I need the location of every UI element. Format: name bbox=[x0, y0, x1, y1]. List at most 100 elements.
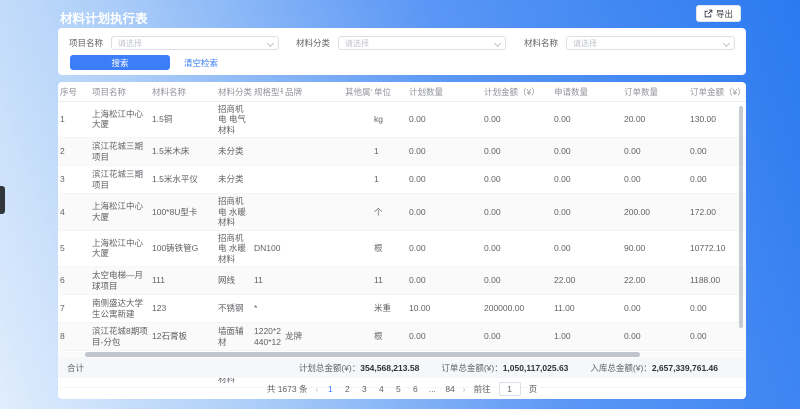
material-category-input[interactable] bbox=[339, 37, 505, 49]
table-cell: 12石膏板 bbox=[150, 323, 216, 351]
table-cell: 0.00 bbox=[552, 101, 622, 138]
table-cell: 0.00 bbox=[552, 166, 622, 194]
material-name-label: 材料名称 bbox=[524, 37, 558, 49]
table-cell: 0.00 bbox=[407, 323, 482, 351]
table-cell: 0.00 bbox=[622, 323, 688, 351]
export-button[interactable]: 导出 bbox=[696, 5, 741, 22]
table-cell: 0.00 bbox=[552, 138, 622, 166]
pagination: 共 1673 条 ‹ 123456...84 › 前往 页 bbox=[58, 380, 746, 397]
table-cell: 11 bbox=[372, 267, 407, 295]
column-header: 材料分类 bbox=[216, 84, 252, 101]
table-cell: 上海松江中心大厦 bbox=[90, 101, 150, 138]
vertical-scrollbar[interactable] bbox=[739, 106, 743, 328]
table-cell: 招商机电 水暖材料 bbox=[216, 194, 252, 231]
table-cell: 100铸铁管G bbox=[150, 230, 216, 267]
table-cell bbox=[343, 138, 372, 166]
page-number-button[interactable]: 4 bbox=[377, 384, 385, 394]
table-cell: 南侧盛达大学生公寓新建 bbox=[90, 295, 150, 323]
sidebar-toggle-handle[interactable] bbox=[0, 186, 5, 214]
page-number-button[interactable]: 84 bbox=[445, 384, 454, 394]
table-cell: 4 bbox=[58, 194, 90, 231]
export-icon bbox=[704, 9, 713, 18]
summary-item: 入库总金额(¥)：2,657,339,761.46 bbox=[590, 362, 718, 374]
prev-page-icon[interactable]: ‹ bbox=[315, 384, 318, 394]
table-cell: 130.00 bbox=[688, 101, 746, 138]
table-cell: 1 bbox=[58, 101, 90, 138]
next-page-icon[interactable]: › bbox=[463, 384, 466, 394]
table-cell: 100*8U型卡 bbox=[150, 194, 216, 231]
project-name-input[interactable] bbox=[112, 37, 278, 49]
page-number-button[interactable]: 5 bbox=[394, 384, 402, 394]
table-cell: 5 bbox=[58, 230, 90, 267]
summary-total-label: 合计 bbox=[58, 362, 84, 374]
project-name-select[interactable] bbox=[111, 36, 279, 50]
summary-row: 合计 计划总金额(¥)：354,568,213.58订单总金额(¥)：1,050… bbox=[58, 358, 746, 378]
table-cell: 1.00 bbox=[552, 323, 622, 351]
search-button[interactable]: 搜索 bbox=[70, 55, 170, 70]
table-cell: 未分类 bbox=[216, 166, 252, 194]
column-header: 序号 bbox=[58, 84, 90, 101]
goto-page-input[interactable] bbox=[499, 382, 521, 396]
table-cell: 0.00 bbox=[482, 194, 552, 231]
table-cell bbox=[283, 138, 343, 166]
material-category-label: 材料分类 bbox=[296, 37, 330, 49]
goto-page-suffix: 页 bbox=[529, 383, 538, 395]
table-cell: 0.00 bbox=[688, 323, 746, 351]
page-title: 材料计划执行表 bbox=[60, 8, 148, 27]
table-cell: 0.00 bbox=[407, 194, 482, 231]
table-cell: 根 bbox=[372, 230, 407, 267]
table-cell: 招商机电 电气材料 bbox=[216, 101, 252, 138]
table-cell: 11 bbox=[252, 267, 283, 295]
table-cell: 22.00 bbox=[622, 267, 688, 295]
horizontal-scrollbar-thumb[interactable] bbox=[85, 352, 640, 357]
material-name-select[interactable] bbox=[566, 36, 735, 50]
table-row: 8滨江花城8期项目-分包12石膏板墙面辅材1220*2440*12龙牌根0.00… bbox=[58, 323, 746, 351]
table-row: 1上海松江中心大厦1.5铜招商机电 电气材料kg0.000.000.0020.0… bbox=[58, 101, 746, 138]
page-number-button[interactable]: 3 bbox=[360, 384, 368, 394]
table-row: 7南侧盛达大学生公寓新建123不锈钢*米重10.00200000.0011.00… bbox=[58, 295, 746, 323]
clear-search-link[interactable]: 清空检索 bbox=[184, 57, 218, 69]
table-cell: 0.00 bbox=[622, 138, 688, 166]
page-number-button[interactable]: 6 bbox=[411, 384, 419, 394]
table-cell: 2 bbox=[58, 138, 90, 166]
table-cell bbox=[343, 323, 372, 351]
goto-page-prefix: 前往 bbox=[474, 383, 491, 395]
material-name-input[interactable] bbox=[567, 37, 734, 49]
table-cell: kg bbox=[372, 101, 407, 138]
project-name-label: 项目名称 bbox=[69, 37, 103, 49]
table-cell bbox=[252, 194, 283, 231]
table-cell: 1188.00 bbox=[688, 267, 746, 295]
table-cell: 0.00 bbox=[552, 194, 622, 231]
table-cell: DN100 bbox=[252, 230, 283, 267]
materials-table: 序号项目名称材料名称材料分类规格型号品牌其他属性单位计划数量计划金额（¥）申请数… bbox=[58, 84, 746, 388]
table-cell: 1.5米木床 bbox=[150, 138, 216, 166]
table-cell: 20.00 bbox=[622, 101, 688, 138]
column-header: 单位 bbox=[372, 84, 407, 101]
material-category-select[interactable] bbox=[338, 36, 506, 50]
column-header: 申请数量 bbox=[552, 84, 622, 101]
table-cell bbox=[283, 194, 343, 231]
table-cell: 墙面辅材 bbox=[216, 323, 252, 351]
table-header-row: 序号项目名称材料名称材料分类规格型号品牌其他属性单位计划数量计划金额（¥）申请数… bbox=[58, 84, 746, 101]
table-cell: 不锈钢 bbox=[216, 295, 252, 323]
table-cell: 1 bbox=[372, 166, 407, 194]
table-cell: 0.00 bbox=[482, 166, 552, 194]
pagination-ellipsis: ... bbox=[428, 384, 436, 394]
table-cell: 1.5米水平仪 bbox=[150, 166, 216, 194]
table-cell: 0.00 bbox=[407, 166, 482, 194]
table-cell: 滨江花城8期项目-分包 bbox=[90, 323, 150, 351]
table-cell: 0.00 bbox=[482, 138, 552, 166]
table-cell: 11.00 bbox=[552, 295, 622, 323]
table-cell: 未分类 bbox=[216, 138, 252, 166]
app-background: 材料计划执行表 导出 项目名称 材料分类 材料名称 搜索 bbox=[0, 0, 800, 409]
table-cell: 10772.10 bbox=[688, 230, 746, 267]
table-cell: 0.00 bbox=[407, 230, 482, 267]
table-cell: 1220*2440*12 bbox=[252, 323, 283, 351]
table-cell: 上海松江中心大厦 bbox=[90, 194, 150, 231]
page-number-button[interactable]: 1 bbox=[326, 384, 334, 394]
table-cell: 111 bbox=[150, 267, 216, 295]
page-number-button[interactable]: 2 bbox=[343, 384, 351, 394]
table-cell bbox=[252, 166, 283, 194]
column-header: 品牌 bbox=[283, 84, 343, 101]
table-row: 5上海松江中心大厦100铸铁管G招商机电 水暖材料DN100根0.000.000… bbox=[58, 230, 746, 267]
